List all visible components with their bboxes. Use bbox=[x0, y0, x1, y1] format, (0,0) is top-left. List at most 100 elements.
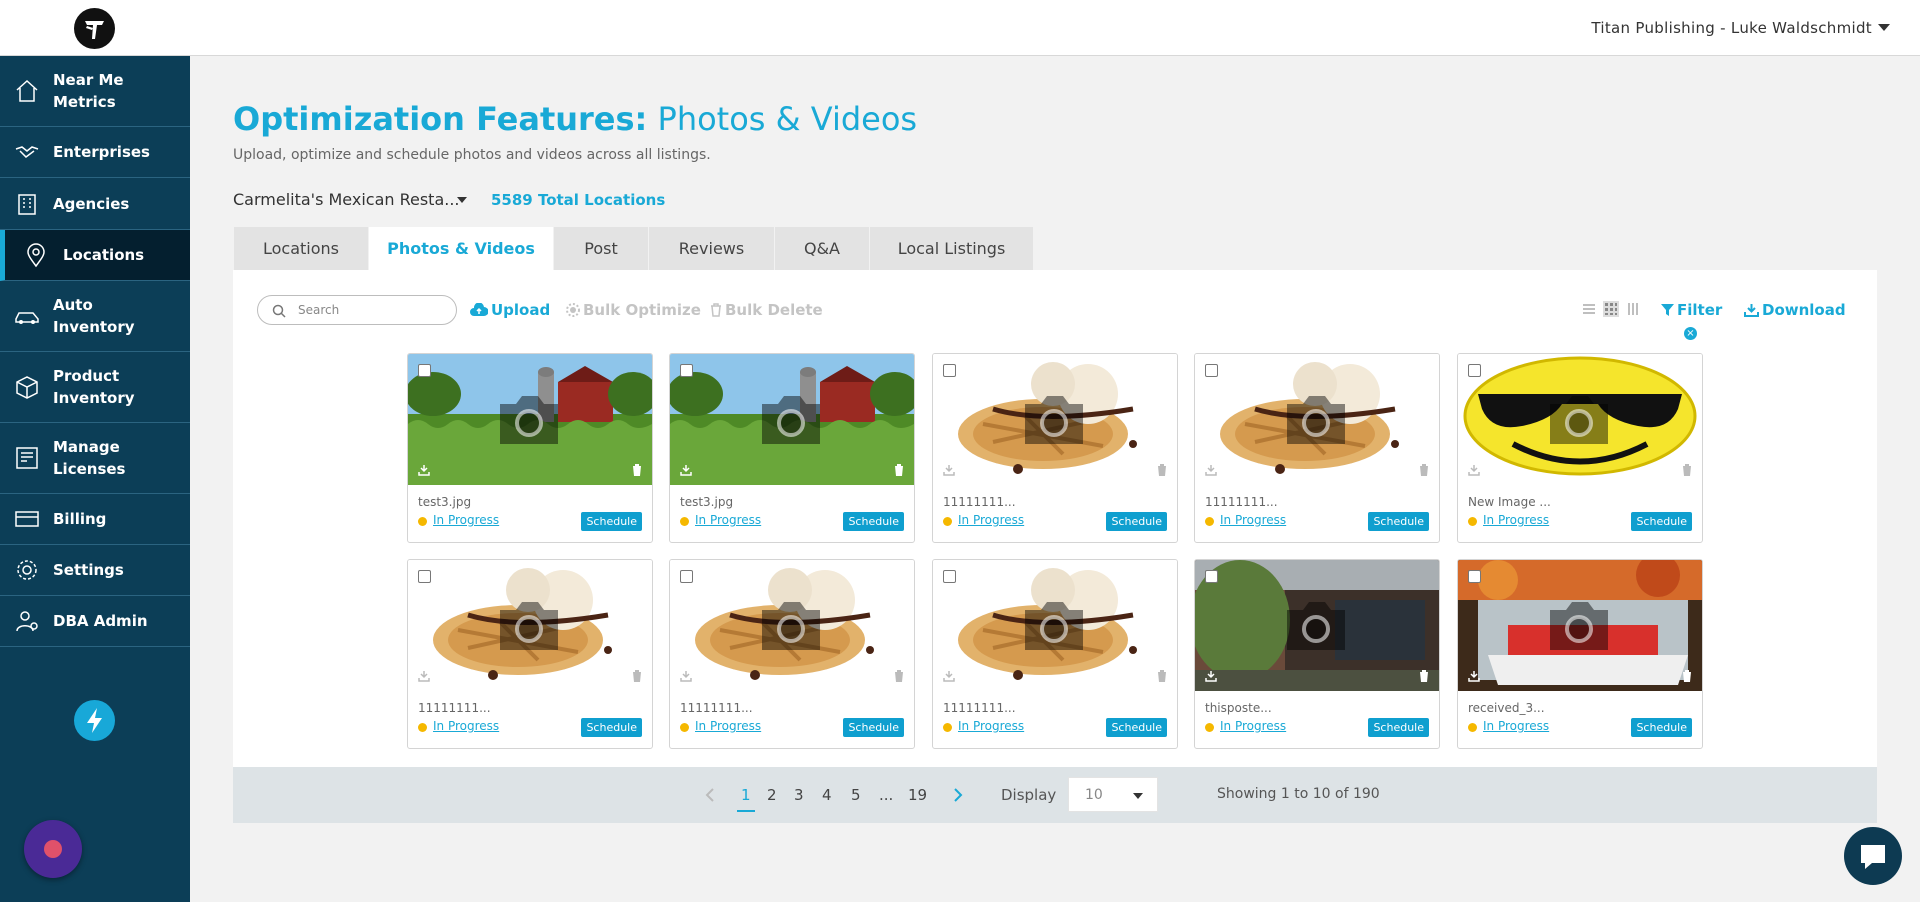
page-2[interactable]: 2 bbox=[767, 786, 777, 804]
status-link[interactable]: In Progress bbox=[433, 513, 499, 527]
status-link[interactable]: In Progress bbox=[1483, 719, 1549, 733]
media-card[interactable]: thisposte... In Progress Schedule bbox=[1194, 559, 1440, 749]
select-checkbox[interactable] bbox=[680, 364, 693, 377]
schedule-button[interactable]: Schedule bbox=[843, 512, 904, 531]
sidebar-item-locations[interactable]: Locations bbox=[0, 230, 190, 281]
record-button[interactable] bbox=[24, 820, 82, 878]
titan-logo-icon[interactable] bbox=[74, 8, 115, 49]
filter-button[interactable]: Filter bbox=[1661, 301, 1722, 319]
sidebar-item-auto-inventory[interactable]: Auto Inventory bbox=[0, 281, 190, 352]
sidebar-item-manage-licenses[interactable]: Manage Licenses bbox=[0, 423, 190, 494]
grid-view-icon[interactable] bbox=[1603, 301, 1619, 317]
column-view-icon[interactable] bbox=[1626, 302, 1640, 316]
clear-filter-icon[interactable]: × bbox=[1684, 327, 1697, 340]
select-checkbox[interactable] bbox=[418, 364, 431, 377]
caret-down-icon[interactable] bbox=[457, 197, 467, 203]
select-checkbox[interactable] bbox=[680, 570, 693, 583]
page-3[interactable]: 3 bbox=[794, 786, 804, 804]
download-button[interactable]: Download bbox=[1744, 301, 1846, 319]
select-checkbox[interactable] bbox=[1468, 570, 1481, 583]
trash-icon[interactable] bbox=[632, 464, 642, 476]
tab-post[interactable]: Post bbox=[554, 227, 648, 270]
schedule-button[interactable]: Schedule bbox=[581, 718, 642, 737]
schedule-button[interactable]: Schedule bbox=[843, 718, 904, 737]
download-icon[interactable] bbox=[1205, 670, 1217, 682]
download-icon[interactable] bbox=[418, 464, 430, 476]
total-locations-link[interactable]: 5589 Total Locations bbox=[491, 191, 665, 209]
status-link[interactable]: In Progress bbox=[695, 719, 761, 733]
schedule-button[interactable]: Schedule bbox=[1106, 512, 1167, 531]
schedule-button[interactable]: Schedule bbox=[1368, 718, 1429, 737]
tab-qa[interactable]: Q&A bbox=[775, 227, 869, 270]
page-1[interactable]: 1 bbox=[737, 786, 755, 812]
sidebar-item-billing[interactable]: Billing bbox=[0, 494, 190, 545]
download-icon[interactable] bbox=[1205, 464, 1217, 476]
trash-icon[interactable] bbox=[632, 670, 642, 682]
select-checkbox[interactable] bbox=[943, 364, 956, 377]
media-card[interactable]: 11111111... In Progress Schedule bbox=[669, 559, 915, 749]
media-card[interactable]: test3.jpg In Progress Schedule bbox=[407, 353, 653, 543]
media-card[interactable]: 11111111... In Progress Schedule bbox=[932, 559, 1178, 749]
sidebar-item-near-me-metrics[interactable]: Near Me Metrics bbox=[0, 56, 190, 127]
sidebar-item-product-inventory[interactable]: Product Inventory bbox=[0, 352, 190, 423]
display-count-select[interactable]: 10 bbox=[1068, 777, 1158, 812]
trash-icon[interactable] bbox=[1682, 670, 1692, 682]
schedule-button[interactable]: Schedule bbox=[1631, 512, 1692, 531]
select-checkbox[interactable] bbox=[418, 570, 431, 583]
bulk-delete-button[interactable]: Bulk Delete bbox=[710, 301, 823, 319]
tab-reviews[interactable]: Reviews bbox=[649, 227, 774, 270]
schedule-button[interactable]: Schedule bbox=[1631, 718, 1692, 737]
chevron-right-icon[interactable] bbox=[953, 787, 963, 803]
chevron-left-icon[interactable] bbox=[705, 787, 715, 803]
trash-icon[interactable] bbox=[1157, 670, 1167, 682]
download-icon[interactable] bbox=[943, 670, 955, 682]
search-input[interactable]: Search bbox=[257, 295, 457, 325]
download-icon[interactable] bbox=[1468, 670, 1480, 682]
caret-down-icon[interactable] bbox=[1878, 24, 1890, 31]
sidebar-item-enterprises[interactable]: Enterprises bbox=[0, 127, 190, 178]
media-card[interactable]: test3.jpg In Progress Schedule bbox=[669, 353, 915, 543]
download-icon[interactable] bbox=[680, 670, 692, 682]
media-card[interactable]: 11111111... In Progress Schedule bbox=[1194, 353, 1440, 543]
status-link[interactable]: In Progress bbox=[958, 513, 1024, 527]
bulk-optimize-button[interactable]: Bulk Optimize bbox=[566, 301, 701, 319]
chat-button[interactable] bbox=[1844, 827, 1902, 885]
trash-icon[interactable] bbox=[894, 670, 904, 682]
lightning-bolt-icon[interactable] bbox=[74, 700, 115, 741]
trash-icon[interactable] bbox=[894, 464, 904, 476]
page-4[interactable]: 4 bbox=[822, 786, 832, 804]
schedule-button[interactable]: Schedule bbox=[1106, 718, 1167, 737]
download-icon[interactable] bbox=[1468, 464, 1480, 476]
page-5[interactable]: 5 bbox=[851, 786, 861, 804]
upload-button[interactable]: Upload bbox=[470, 301, 550, 319]
select-checkbox[interactable] bbox=[1205, 364, 1218, 377]
schedule-button[interactable]: Schedule bbox=[1368, 512, 1429, 531]
status-link[interactable]: In Progress bbox=[958, 719, 1024, 733]
sidebar-item-settings[interactable]: Settings bbox=[0, 545, 190, 596]
media-card[interactable]: New Image ... In Progress Schedule bbox=[1457, 353, 1703, 543]
status-link[interactable]: In Progress bbox=[1220, 719, 1286, 733]
select-checkbox[interactable] bbox=[1205, 570, 1218, 583]
schedule-button[interactable]: Schedule bbox=[581, 512, 642, 531]
tab-photos-videos[interactable]: Photos & Videos bbox=[369, 227, 553, 270]
media-card[interactable]: 11111111... In Progress Schedule bbox=[407, 559, 653, 749]
download-icon[interactable] bbox=[680, 464, 692, 476]
trash-icon[interactable] bbox=[1419, 670, 1429, 682]
trash-icon[interactable] bbox=[1157, 464, 1167, 476]
page-19[interactable]: 19 bbox=[908, 786, 927, 804]
sidebar-item-dba-admin[interactable]: DBA Admin bbox=[0, 596, 190, 647]
download-icon[interactable] bbox=[943, 464, 955, 476]
download-icon[interactable] bbox=[418, 670, 430, 682]
status-link[interactable]: In Progress bbox=[433, 719, 499, 733]
trash-icon[interactable] bbox=[1682, 464, 1692, 476]
trash-icon[interactable] bbox=[1419, 464, 1429, 476]
media-card[interactable]: 11111111... In Progress Schedule bbox=[932, 353, 1178, 543]
sidebar-item-agencies[interactable]: Agencies bbox=[0, 178, 190, 230]
location-select[interactable]: Carmelita's Mexican Resta... bbox=[233, 190, 460, 209]
account-switcher[interactable]: Titan Publishing - Luke Waldschmidt bbox=[1591, 19, 1872, 37]
select-checkbox[interactable] bbox=[943, 570, 956, 583]
list-view-icon[interactable] bbox=[1582, 302, 1596, 316]
status-link[interactable]: In Progress bbox=[1220, 513, 1286, 527]
select-checkbox[interactable] bbox=[1468, 364, 1481, 377]
tab-locations[interactable]: Locations bbox=[234, 227, 368, 270]
